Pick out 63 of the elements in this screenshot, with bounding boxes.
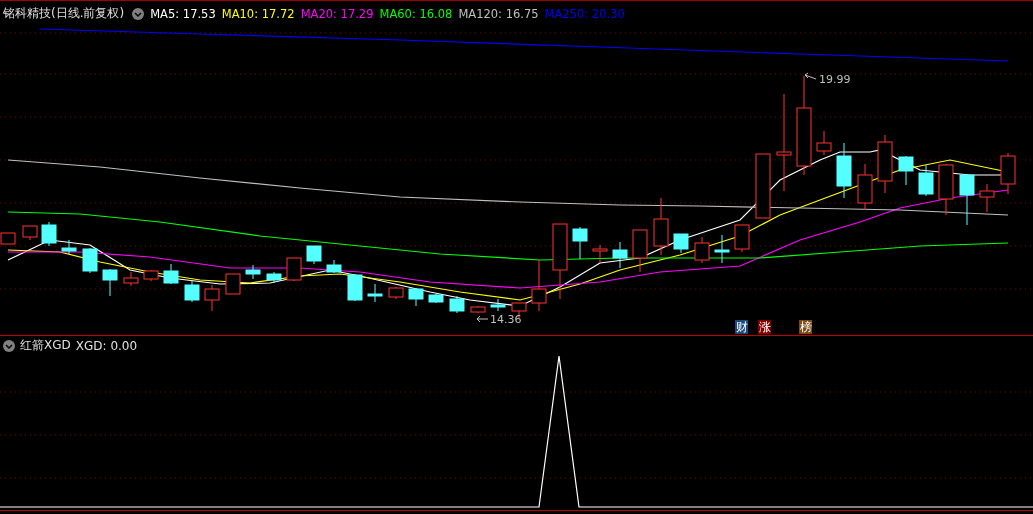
candlestick bbox=[877, 134, 893, 194]
candlestick bbox=[204, 284, 220, 312]
candlestick bbox=[388, 286, 404, 300]
low-price-label: 14.36 bbox=[490, 313, 522, 326]
candlestick bbox=[816, 130, 832, 156]
candlestick bbox=[245, 264, 261, 280]
arrow-icon bbox=[476, 315, 489, 323]
dropdown-icon[interactable] bbox=[3, 339, 15, 352]
candlestick bbox=[347, 273, 363, 302]
indicator-value: XGD: 0.00 bbox=[75, 338, 138, 353]
candlestick bbox=[102, 268, 118, 297]
info-tag[interactable]: 财 bbox=[735, 320, 748, 334]
moving-average-legend: MA10: 17.72 bbox=[221, 6, 295, 21]
candlestick bbox=[22, 225, 38, 241]
candlestick bbox=[225, 273, 241, 295]
candlestick bbox=[734, 224, 750, 253]
moving-average-legend: MA250: 20.30 bbox=[544, 6, 625, 21]
candlestick bbox=[184, 280, 200, 303]
info-tag[interactable]: 涨 bbox=[758, 320, 771, 334]
indicator-name: 红箭XGD bbox=[20, 337, 71, 354]
moving-average-legend: MA20: 17.29 bbox=[300, 6, 374, 21]
candlestick bbox=[41, 221, 57, 247]
candlestick bbox=[367, 283, 383, 303]
candlestick bbox=[82, 247, 98, 274]
candlestick bbox=[572, 226, 588, 260]
info-tag[interactable]: 榜 bbox=[799, 320, 812, 334]
candlestick bbox=[61, 239, 77, 255]
candlestick bbox=[755, 153, 771, 219]
candlestick bbox=[857, 163, 873, 211]
candlestick bbox=[306, 245, 322, 265]
candlestick bbox=[918, 164, 934, 197]
candlestick bbox=[959, 173, 975, 226]
high-price-label: 19.99 bbox=[819, 73, 851, 86]
candlestick bbox=[408, 287, 424, 307]
candlestick bbox=[632, 229, 648, 273]
candlestick bbox=[163, 263, 179, 285]
arrow-icon bbox=[804, 72, 817, 80]
candlestick bbox=[428, 293, 444, 304]
candlestick bbox=[123, 271, 139, 287]
candlestick bbox=[612, 241, 628, 269]
candlestick bbox=[938, 163, 954, 216]
candlestick bbox=[531, 259, 547, 312]
candlestick bbox=[470, 305, 486, 314]
chart-title: 铭科精技(日线.前复权) bbox=[3, 5, 125, 22]
candlestick bbox=[1000, 152, 1016, 195]
candlestick bbox=[898, 155, 914, 186]
moving-average-legend: MA60: 16.08 bbox=[379, 6, 453, 21]
candlestick bbox=[714, 234, 730, 264]
candlestick bbox=[326, 259, 342, 274]
candlestick bbox=[449, 295, 465, 314]
candlestick bbox=[979, 183, 995, 213]
candlestick bbox=[592, 244, 608, 264]
moving-average-legend: MA5: 17.53 bbox=[150, 6, 216, 21]
candlestick bbox=[286, 257, 302, 282]
candlestick bbox=[266, 271, 282, 284]
candlestick bbox=[673, 233, 689, 254]
candlestick bbox=[836, 142, 852, 199]
candlestick bbox=[143, 269, 159, 282]
candlestick bbox=[694, 236, 710, 264]
dropdown-icon[interactable] bbox=[132, 7, 145, 20]
candlestick bbox=[490, 298, 506, 312]
moving-average-legend: MA120: 16.75 bbox=[458, 6, 539, 21]
candlestick bbox=[653, 197, 669, 256]
